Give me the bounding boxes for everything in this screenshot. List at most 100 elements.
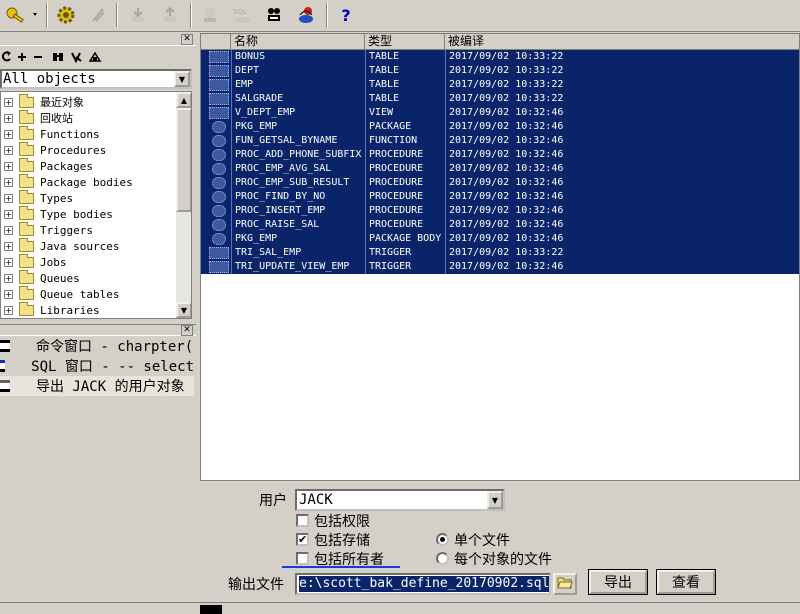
column-header-compiled[interactable]: 被编译 — [445, 34, 799, 50]
export-button[interactable]: 导出 — [588, 569, 648, 595]
expand-icon[interactable]: + — [4, 161, 13, 171]
import-icon-disabled[interactable] — [126, 4, 150, 26]
tree-item-java-sources[interactable]: + Java sources — [1, 237, 119, 254]
tree-item-recent[interactable]: + 最近对象 — [1, 93, 84, 110]
session-icon[interactable] — [294, 4, 318, 26]
refresh-icon[interactable] — [1, 51, 11, 62]
tools-icon[interactable] — [88, 51, 102, 62]
table-row[interactable]: PROC_FIND_BY_NO PROCEDURE 2017/09/02 10:32… — [201, 190, 799, 204]
window-item-sql[interactable]: SQL 窗口 - -- select — [0, 356, 194, 376]
tree-item-packages[interactable]: + Packages — [1, 157, 93, 174]
scroll-up-icon[interactable]: ▲ — [176, 92, 191, 108]
column-header-name[interactable]: 名称 — [231, 34, 365, 50]
expand-icon[interactable]: + — [4, 145, 13, 155]
expand-icon[interactable]: + — [4, 273, 13, 283]
table-row[interactable]: DEPT TABLE 2017/09/02 10:33:22 — [201, 64, 799, 78]
trigger-icon — [209, 261, 229, 273]
tree-scrollbar[interactable]: ▲ ▼ — [176, 92, 191, 318]
table-row[interactable]: PROC_RAISE_SAL PROCEDURE 2017/09/02 10:32:… — [201, 218, 799, 232]
browse-folder-button[interactable] — [553, 573, 577, 595]
file-per-object-radio[interactable] — [436, 552, 449, 565]
table-row[interactable]: TRI_SAL_EMP TRIGGER 2017/09/02 10:33:22 — [201, 246, 799, 260]
table-row[interactable]: PROC_EMP_AVG_SAL PROCEDURE 2017/09/02 10:3… — [201, 162, 799, 176]
expand-icon[interactable]: + — [4, 129, 13, 139]
folder-icon — [19, 301, 34, 316]
expand-icon[interactable]: + — [4, 241, 13, 251]
table-row[interactable]: BONUS TABLE 2017/09/02 10:33:22 — [201, 50, 799, 64]
cell-type: VIEW — [365, 106, 445, 120]
user-select[interactable]: JACK ▼ — [295, 489, 505, 511]
include-storage-checkbox[interactable]: ✔ — [296, 533, 309, 546]
tree-item-procedures[interactable]: + Procedures — [1, 141, 106, 158]
execute-icon-disabled[interactable] — [86, 4, 110, 26]
tree-item-package-bodies[interactable]: + Package bodies — [1, 173, 133, 190]
expand-icon[interactable]: + — [4, 97, 13, 107]
cell-compiled: 2017/09/02 10:33:22 — [445, 92, 799, 106]
expand-icon[interactable]: + — [4, 289, 13, 299]
single-file-radio[interactable] — [436, 533, 449, 546]
add-icon[interactable] — [18, 53, 26, 61]
scroll-down-icon[interactable]: ▼ — [176, 302, 191, 318]
table-row[interactable]: PROC_EMP_SUB_RESULT PROCEDURE 2017/09/02 1… — [201, 176, 799, 190]
filter-icon[interactable] — [71, 52, 82, 64]
expand-icon[interactable]: + — [4, 193, 13, 203]
table-row[interactable]: PKG_EMP PACKAGE BODY 2017/09/02 10:32:46 — [201, 232, 799, 246]
close-icon[interactable]: ✕ — [181, 34, 193, 45]
cell-name: PROC_RAISE_SAL — [231, 218, 365, 232]
table-row[interactable]: FUN_GETSAL_BYNAME FUNCTION 2017/09/02 10:3… — [201, 134, 799, 148]
tree-item-queues[interactable]: + Queues — [1, 269, 80, 286]
chevron-down-icon[interactable]: ▼ — [487, 491, 503, 509]
tree-item-functions[interactable]: + Functions — [1, 125, 100, 142]
include-privileges-checkbox[interactable] — [296, 514, 309, 527]
table-icon — [209, 79, 229, 91]
tree-item-libraries[interactable]: + Libraries — [1, 301, 100, 318]
find-icon[interactable] — [53, 53, 63, 61]
window-item-command[interactable]: 命令窗口 - charpter( — [0, 336, 194, 356]
tree-item-label: Package bodies — [40, 175, 133, 189]
cell-name: FUN_GETSAL_BYNAME — [231, 134, 365, 148]
expand-icon[interactable]: + — [4, 257, 13, 267]
table-row[interactable]: TRI_UPDATE_VIEW_EMP TRIGGER 2017/09/02 10:… — [201, 260, 799, 274]
expand-icon[interactable]: + — [4, 113, 13, 123]
scroll-thumb[interactable] — [176, 108, 191, 212]
cell-name: BONUS — [231, 50, 365, 64]
cell-name: PKG_EMP — [231, 232, 365, 246]
tree-item-jobs[interactable]: + Jobs — [1, 253, 67, 270]
output-file-input[interactable]: e:\scott_bak_define_20170902.sql — [295, 573, 551, 595]
tree-item-queue-tables[interactable]: + Queue tables — [1, 285, 120, 302]
export-icon-disabled[interactable] — [158, 4, 182, 26]
connect-icon[interactable] — [262, 4, 286, 26]
tree-item-types[interactable]: + Types — [1, 189, 73, 206]
expand-icon[interactable]: + — [4, 209, 13, 219]
table-row[interactable]: PROC_ADD_PHONE_SUBFIX PROCEDURE 2017/09/02… — [201, 148, 799, 162]
sql-icon-disabled[interactable]: SQL — [230, 4, 254, 26]
table-row[interactable]: EMP TABLE 2017/09/02 10:33:22 — [201, 78, 799, 92]
object-filter-select[interactable]: All objects ▼ — [0, 69, 192, 89]
include-privileges-label: 包括权限 — [314, 514, 370, 530]
help-icon[interactable]: ? — [334, 4, 358, 26]
table-row[interactable]: V_DEPT_EMP VIEW 2017/09/02 10:32:46 — [201, 106, 799, 120]
key-icon[interactable] — [2, 4, 42, 26]
tree-item-triggers[interactable]: + Triggers — [1, 221, 93, 238]
folder-icon — [19, 93, 34, 108]
compile-icon[interactable] — [54, 4, 78, 26]
chevron-down-icon[interactable]: ▼ — [174, 71, 190, 87]
tree-item-label: Queue tables — [40, 287, 120, 301]
expand-icon[interactable]: + — [4, 225, 13, 235]
include-owner-checkbox[interactable] — [296, 552, 309, 565]
expand-icon[interactable]: + — [4, 305, 13, 315]
expand-icon[interactable]: + — [4, 177, 13, 187]
column-header-type[interactable]: 类型 — [365, 34, 445, 50]
table-row[interactable]: PKG_EMP PACKAGE 2017/09/02 10:32:46 — [201, 120, 799, 134]
window-item-export[interactable]: 导出 JACK 的用户对象 — [0, 376, 194, 396]
table-row[interactable]: SALGRADE TABLE 2017/09/02 10:33:22 — [201, 92, 799, 106]
cell-name: PROC_FIND_BY_NO — [231, 190, 365, 204]
output-file-label: 输出文件 — [228, 577, 284, 593]
table-row[interactable]: PROC_INSERT_EMP PROCEDURE 2017/09/02 10:32… — [201, 204, 799, 218]
table-icon — [209, 93, 229, 105]
tree-item-type-bodies[interactable]: + Type bodies — [1, 205, 113, 222]
tree-item-recycle-bin[interactable]: + 回收站 — [1, 109, 73, 126]
close-icon[interactable]: ✕ — [181, 325, 193, 336]
view-button[interactable]: 查看 — [656, 569, 716, 595]
disconnect-icon-disabled[interactable] — [198, 4, 222, 26]
